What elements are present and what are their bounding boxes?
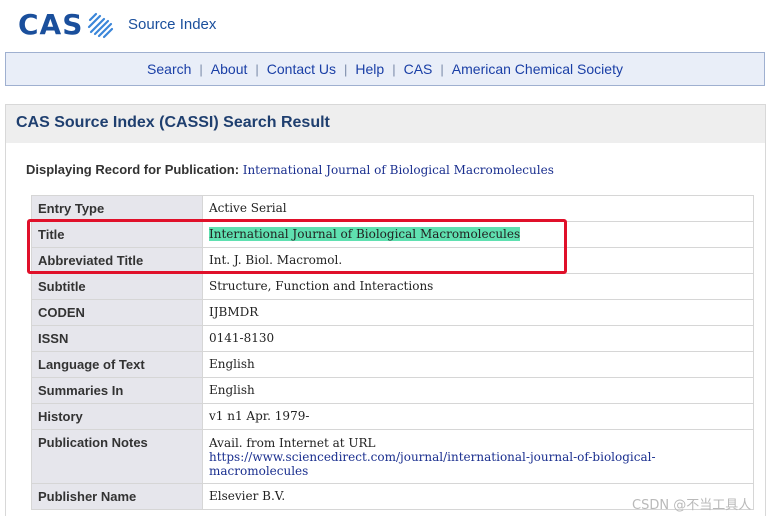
- row-value: Int. J. Biol. Macromol.: [202, 247, 754, 274]
- table-row: Title International Journal of Biologica…: [31, 221, 754, 248]
- row-value: 0141-8130: [202, 325, 754, 352]
- row-label: Abbreviated Title: [31, 247, 203, 274]
- nav-help-link[interactable]: Help: [347, 61, 392, 77]
- csdn-watermark: CSDN @不当工具人: [632, 498, 752, 513]
- row-label: Summaries In: [31, 377, 203, 404]
- table-row: Abbreviated Title Int. J. Biol. Macromol…: [31, 247, 754, 274]
- row-label: Subtitle: [31, 273, 203, 300]
- nav-contact-link[interactable]: Contact Us: [259, 61, 344, 77]
- table-row: Language of Text English: [31, 351, 754, 378]
- row-value: Active Serial: [202, 195, 754, 222]
- row-value: English: [202, 351, 754, 378]
- journal-url-line1[interactable]: https://www.sciencedirect.com/journal/in…: [209, 450, 747, 464]
- site-header: CAS Source Index: [0, 0, 766, 52]
- table-row: Summaries In English: [31, 377, 754, 404]
- cas-logo-text[interactable]: CAS: [18, 8, 83, 41]
- publication-notes-text: Avail. from Internet at URL: [209, 436, 376, 450]
- nav-cas-link[interactable]: CAS: [396, 61, 441, 77]
- row-label: CODEN: [31, 299, 203, 326]
- journal-url-link[interactable]: https://www.sciencedirect.com/journal/in…: [209, 450, 747, 478]
- page-title: CAS Source Index (CASSI) Search Result: [16, 114, 330, 131]
- row-value: International Journal of Biological Macr…: [202, 221, 754, 248]
- source-index-title: Source Index: [128, 16, 217, 33]
- row-value: Structure, Function and Interactions: [202, 273, 754, 300]
- cas-logo-icon[interactable]: [84, 10, 116, 42]
- table-row: ISSN 0141-8130: [31, 325, 754, 352]
- row-label: Publication Notes: [31, 429, 203, 484]
- nav-acs-link[interactable]: American Chemical Society: [444, 61, 631, 77]
- result-header: CAS Source Index (CASSI) Search Result: [5, 104, 766, 144]
- table-row: Publication Notes Avail. from Internet a…: [31, 429, 754, 484]
- display-publication-name: International Journal of Biological Macr…: [242, 163, 554, 177]
- row-label: ISSN: [31, 325, 203, 352]
- table-row: Subtitle Structure, Function and Interac…: [31, 273, 754, 300]
- row-label: Title: [31, 221, 203, 248]
- table-row: CODEN IJBMDR: [31, 299, 754, 326]
- top-nav: Search | About | Contact Us | Help | CAS…: [5, 52, 765, 86]
- row-value: English: [202, 377, 754, 404]
- row-label: Entry Type: [31, 195, 203, 222]
- table-row: History v1 n1 Apr. 1979-: [31, 403, 754, 430]
- row-value: IJBMDR: [202, 299, 754, 326]
- journal-url-line2[interactable]: macromolecules: [209, 464, 747, 478]
- record-table: Entry Type Active Serial Title Internati…: [31, 195, 754, 510]
- display-record-line: Displaying Record for Publication: Inter…: [26, 162, 554, 177]
- row-value: v1 n1 Apr. 1979-: [202, 403, 754, 430]
- nav-about-link[interactable]: About: [203, 61, 256, 77]
- highlighted-title: International Journal of Biological Macr…: [209, 227, 521, 241]
- row-label: History: [31, 403, 203, 430]
- row-label: Publisher Name: [31, 483, 203, 510]
- row-value: Avail. from Internet at URL https://www.…: [202, 429, 754, 484]
- table-row: Entry Type Active Serial: [31, 195, 754, 222]
- row-label: Language of Text: [31, 351, 203, 378]
- display-label: Displaying Record for Publication:: [26, 162, 240, 177]
- nav-search-link[interactable]: Search: [139, 61, 199, 77]
